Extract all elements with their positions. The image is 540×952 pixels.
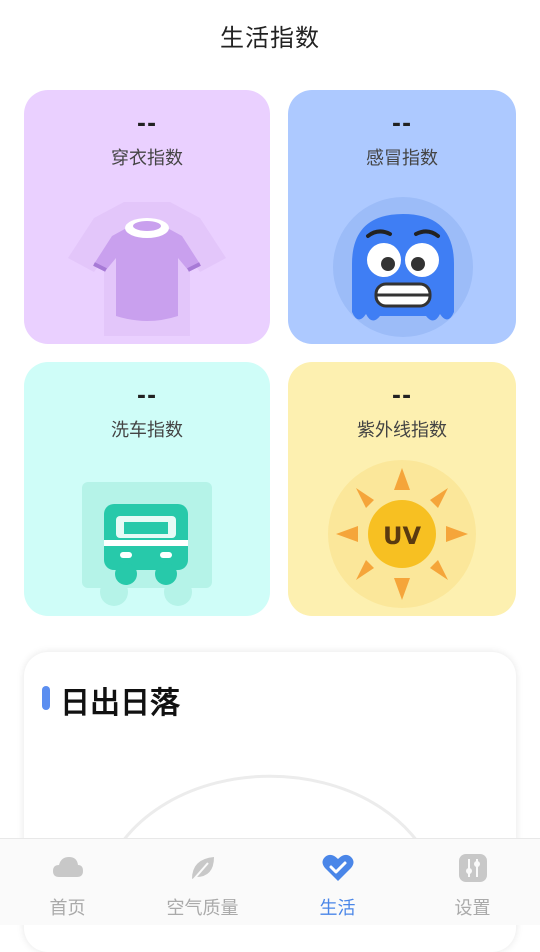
uv-index-label: 紫外线指数 (357, 420, 447, 441)
tab-home-label: 首页 (49, 898, 86, 919)
carwash-index-value: -- (136, 384, 158, 409)
shirt-icon (68, 202, 226, 336)
tab-settings-label: 设置 (454, 898, 491, 919)
tab-air-quality-label: 空气质量 (166, 898, 239, 919)
cold-index-label: 感冒指数 (366, 148, 438, 169)
dressing-index-card[interactable]: -- 穿衣指数 (24, 90, 270, 344)
uv-index-value: -- (391, 384, 413, 409)
carwash-index-card[interactable]: -- 洗车指数 (24, 362, 270, 616)
cold-face-icon (333, 197, 473, 337)
tab-settings[interactable]: 设置 (405, 839, 540, 925)
cold-index-card[interactable]: -- 感冒指数 (288, 90, 516, 344)
tab-home[interactable]: 首页 (0, 839, 135, 925)
uv-index-card[interactable]: -- 紫外线指数 UV (288, 362, 516, 616)
tab-life[interactable]: 生活 (270, 839, 405, 925)
page-title: 生活指数 (220, 24, 320, 52)
sliders-icon (458, 854, 487, 882)
uv-sun-icon: UV (328, 460, 476, 608)
cold-index-value: -- (391, 112, 413, 137)
bottom-tab-bar: 首页 空气质量 生活 设置 (0, 838, 540, 925)
dressing-index-label: 穿衣指数 (111, 148, 183, 169)
car-icon (82, 482, 212, 606)
heart-check-icon (322, 854, 353, 881)
tab-air-quality[interactable]: 空气质量 (135, 839, 270, 925)
cloud-icon (52, 857, 83, 877)
uv-text: UV (383, 522, 421, 550)
leaf-icon (191, 857, 214, 880)
dressing-index-value: -- (136, 112, 158, 137)
carwash-index-label: 洗车指数 (111, 420, 183, 441)
tab-life-label: 生活 (319, 898, 356, 919)
